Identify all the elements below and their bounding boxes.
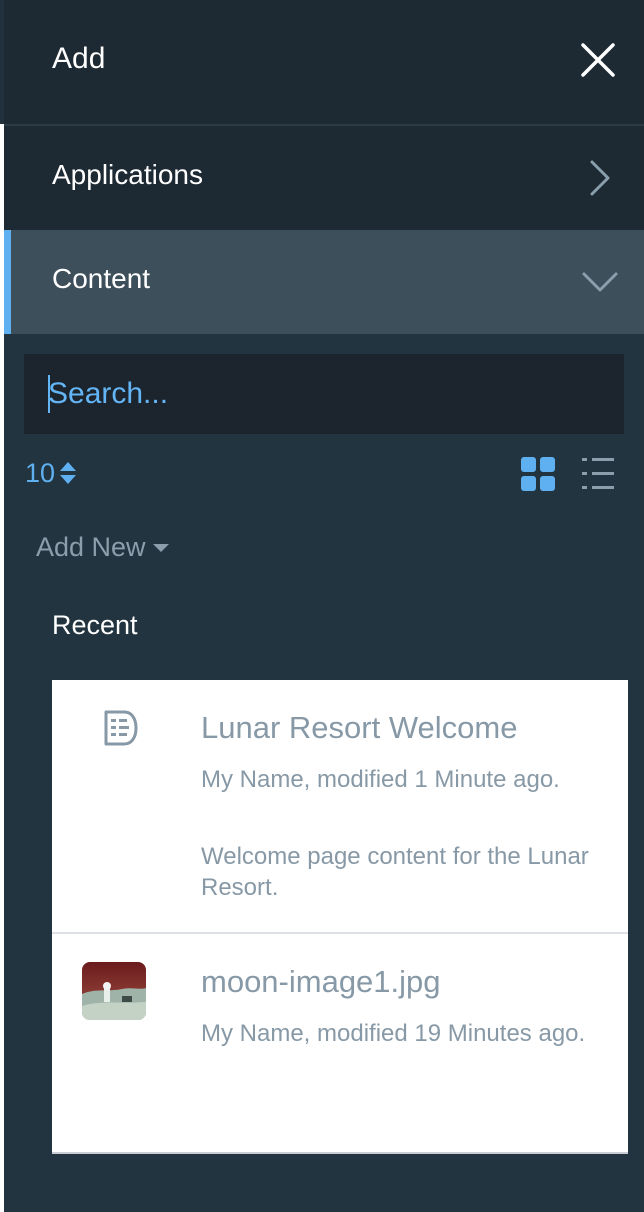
item-modified: My Name, modified 1 Minute ago. xyxy=(201,766,560,793)
text-cursor xyxy=(48,375,50,413)
image-thumbnail xyxy=(82,962,146,1020)
recent-heading: Recent xyxy=(52,610,138,640)
list-view-button[interactable] xyxy=(580,456,616,492)
grid-view-button[interactable] xyxy=(521,457,555,491)
sort-arrows-icon xyxy=(60,462,77,484)
search-input[interactable] xyxy=(24,354,624,434)
chevron-right-icon xyxy=(590,160,610,196)
list-view-icon xyxy=(582,458,614,489)
active-indicator xyxy=(4,230,11,334)
section-applications-label: Applications xyxy=(52,159,203,190)
grid-view-icon xyxy=(521,457,555,491)
chevron-down-icon xyxy=(582,272,618,292)
page-size-selector[interactable]: 10 xyxy=(25,456,77,490)
web-content-icon xyxy=(104,710,138,746)
recent-item[interactable]: moon-image1.jpg My Name, modified 19 Min… xyxy=(52,934,628,1150)
page-size-value: 10 xyxy=(25,457,56,488)
panel-header: Add xyxy=(4,0,644,126)
item-title: Lunar Resort Welcome xyxy=(201,710,518,745)
item-modified: My Name, modified 19 Minutes ago. xyxy=(201,1020,586,1047)
caret-down-icon xyxy=(152,543,169,552)
recent-list: Lunar Resort Welcome My Name, modified 1… xyxy=(52,680,628,1154)
item-description: Welcome page content for the Lunar Resor… xyxy=(201,843,589,901)
close-button[interactable] xyxy=(578,40,618,80)
close-icon xyxy=(581,43,615,77)
add-panel: Add Applications Content 10 xyxy=(4,0,644,1212)
recent-item[interactable]: Lunar Resort Welcome My Name, modified 1… xyxy=(52,680,628,934)
item-title: moon-image1.jpg xyxy=(201,964,441,999)
panel-title: Add xyxy=(52,42,106,75)
section-content[interactable]: Content xyxy=(4,230,644,334)
section-content-label: Content xyxy=(52,263,151,294)
section-applications[interactable]: Applications xyxy=(4,126,644,232)
add-new-label: Add New xyxy=(36,532,146,562)
add-new-dropdown[interactable]: Add New xyxy=(36,532,170,563)
